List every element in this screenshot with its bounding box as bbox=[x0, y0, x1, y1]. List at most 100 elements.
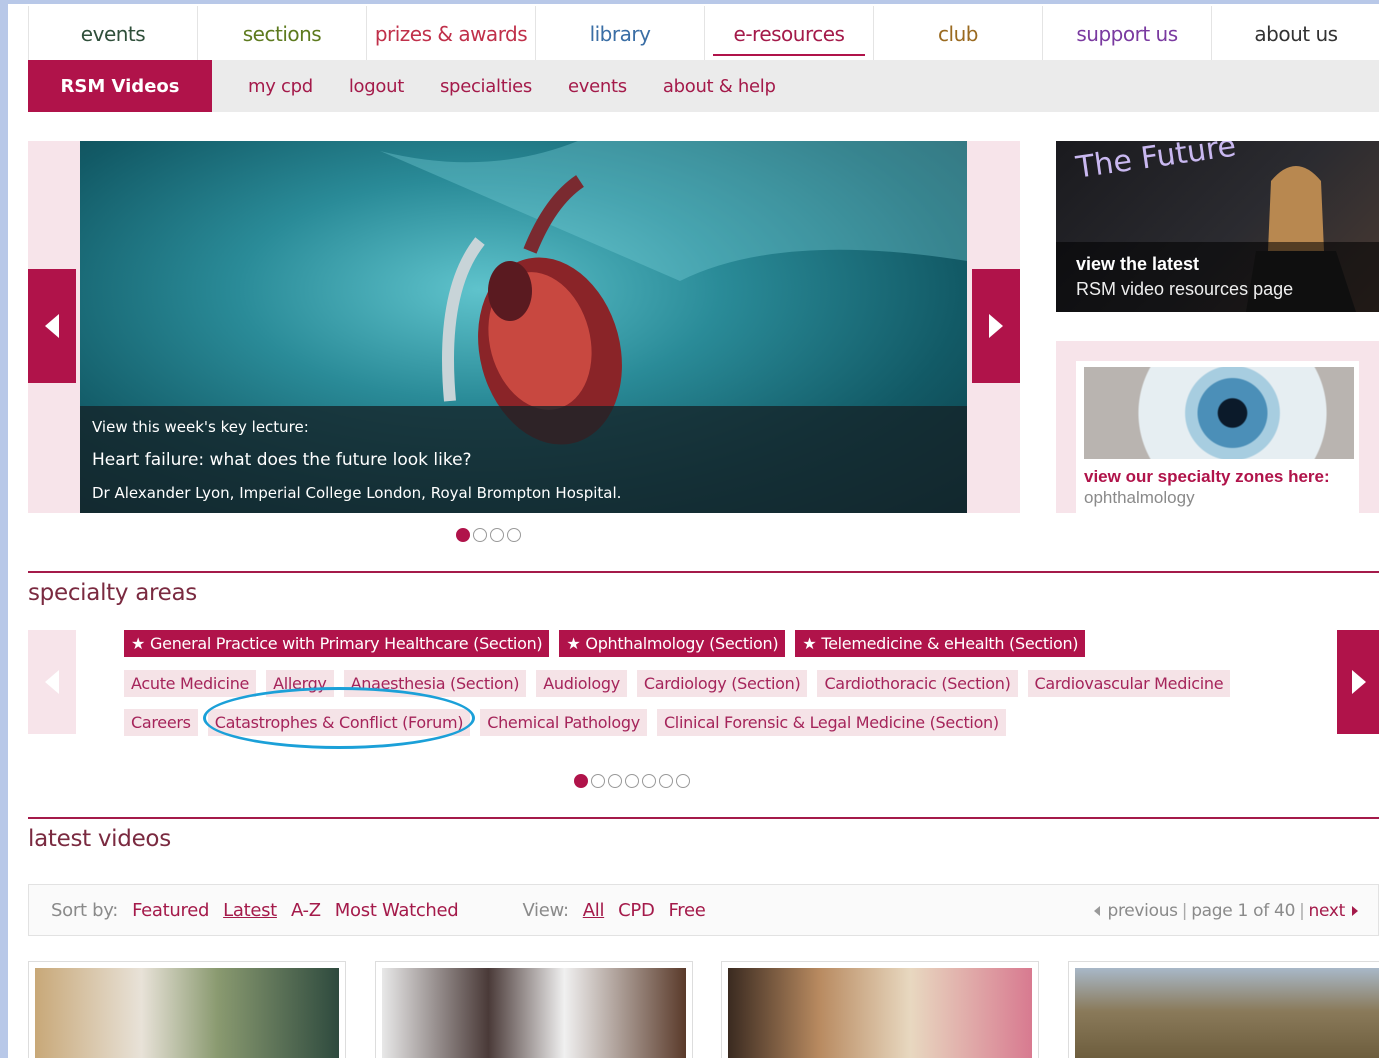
tab-events[interactable]: events bbox=[29, 6, 198, 62]
video-thumbnail[interactable] bbox=[721, 961, 1039, 1058]
video-thumbnail[interactable] bbox=[28, 961, 346, 1058]
subnav-about-help[interactable]: about & help bbox=[663, 76, 776, 97]
hero-carousel: View this week's key lecture: Heart fail… bbox=[28, 141, 1020, 513]
sort-a-z[interactable]: A-Z bbox=[291, 900, 321, 921]
hero-caption-intro: View this week's key lecture: bbox=[92, 418, 309, 436]
featured-tags-row: ★ General Practice with Primary Healthcar… bbox=[124, 630, 1086, 657]
view-cpd[interactable]: CPD bbox=[618, 900, 655, 921]
specialty-dot[interactable] bbox=[676, 774, 690, 788]
specialty-tag[interactable]: Cardiology (Section) bbox=[636, 670, 808, 697]
specialty-dot[interactable] bbox=[642, 774, 656, 788]
hero-caption-speaker: Dr Alexander Lyon, Imperial College Lond… bbox=[92, 484, 622, 502]
subnav-specialties[interactable]: specialties bbox=[440, 76, 532, 97]
tab-club[interactable]: club bbox=[874, 6, 1043, 62]
hero-pagination bbox=[456, 528, 521, 542]
video-thumbnail-image bbox=[382, 968, 686, 1058]
hero-image[interactable]: View this week's key lecture: Heart fail… bbox=[80, 141, 967, 513]
future-caption: view the latest RSM video resources page bbox=[1056, 242, 1379, 312]
arrow-left-icon bbox=[45, 314, 59, 338]
video-thumbnail-image bbox=[1075, 968, 1379, 1058]
specialty-zone-promo[interactable]: view our specialty zones here: ophthalmo… bbox=[1056, 341, 1379, 513]
specialty-zone-subtitle[interactable]: ophthalmology bbox=[1084, 488, 1195, 508]
specialty-divider bbox=[28, 571, 1379, 573]
view-all[interactable]: All bbox=[583, 900, 605, 921]
tab-library[interactable]: library bbox=[536, 6, 705, 62]
future-caption-text: RSM video resources page bbox=[1076, 279, 1294, 299]
sort-label: Sort by: bbox=[51, 899, 119, 921]
future-caption-bold: view the latest bbox=[1076, 254, 1200, 274]
arrow-right-icon bbox=[989, 314, 1003, 338]
star-icon: ★ bbox=[566, 634, 581, 653]
sort-most-watched[interactable]: Most Watched bbox=[335, 900, 459, 921]
next-arrow-icon bbox=[1352, 906, 1358, 916]
specialty-next-button[interactable] bbox=[1337, 630, 1379, 734]
hero-dot[interactable] bbox=[473, 528, 487, 542]
specialty-tag[interactable]: Cardiothoracic (Section) bbox=[817, 670, 1018, 697]
featured-tag[interactable]: ★ Telemedicine & eHealth (Section) bbox=[795, 630, 1086, 657]
tab-prizes-awards[interactable]: prizes & awards bbox=[367, 6, 536, 62]
specialty-prev-button[interactable] bbox=[28, 630, 76, 734]
hero-dot[interactable] bbox=[507, 528, 521, 542]
specialty-tag[interactable]: Clinical Forensic & Legal Medicine (Sect… bbox=[656, 709, 1006, 736]
latest-divider bbox=[28, 817, 1379, 819]
pager: previous | page 1 of 40 | next bbox=[1094, 885, 1358, 937]
featured-tag-label: General Practice with Primary Healthcare… bbox=[150, 634, 543, 653]
specialty-zone-card: view our specialty zones here: ophthalmo… bbox=[1076, 361, 1359, 513]
featured-tag[interactable]: ★ General Practice with Primary Healthcar… bbox=[124, 630, 550, 657]
pager-separator: | bbox=[1299, 901, 1305, 921]
sort-featured[interactable]: Featured bbox=[132, 900, 209, 921]
star-icon: ★ bbox=[802, 634, 817, 653]
subnav-events[interactable]: events bbox=[568, 76, 627, 97]
subnav-logout[interactable]: logout bbox=[349, 76, 404, 97]
tab-sections[interactable]: sections bbox=[198, 6, 367, 62]
specialty-dot[interactable] bbox=[625, 774, 639, 788]
specialty-dot[interactable] bbox=[574, 774, 588, 788]
video-thumbnail[interactable] bbox=[1068, 961, 1379, 1058]
eye-image bbox=[1084, 367, 1354, 459]
star-icon: ★ bbox=[131, 634, 146, 653]
hero-dot[interactable] bbox=[490, 528, 504, 542]
tab-e-resources[interactable]: e-resources bbox=[705, 6, 874, 62]
subnav-my-cpd[interactable]: my cpd bbox=[248, 76, 313, 97]
specialty-dot[interactable] bbox=[591, 774, 605, 788]
video-thumbnail-image bbox=[728, 968, 1032, 1058]
specialty-tag[interactable]: Audiology bbox=[536, 670, 627, 697]
hero-next-button[interactable] bbox=[972, 269, 1020, 383]
specialty-tag[interactable]: Chemical Pathology bbox=[480, 709, 647, 736]
top-nav: events sections prizes & awards library … bbox=[28, 6, 1379, 62]
specialty-pagination bbox=[574, 774, 690, 788]
video-thumbnail[interactable] bbox=[375, 961, 693, 1058]
specialty-tag[interactable]: Cardiovascular Medicine bbox=[1027, 670, 1231, 697]
view-free[interactable]: Free bbox=[669, 900, 706, 921]
arrow-left-icon bbox=[45, 670, 59, 694]
sort-latest[interactable]: Latest bbox=[223, 900, 277, 921]
hero-prev-button[interactable] bbox=[28, 269, 76, 383]
specialty-tag[interactable]: Acute Medicine bbox=[124, 670, 257, 697]
tab-support-us[interactable]: support us bbox=[1043, 6, 1212, 62]
previous-arrow-icon bbox=[1094, 906, 1101, 916]
future-promo[interactable]: The Future view the latest RSM video res… bbox=[1056, 141, 1379, 312]
specialty-dot[interactable] bbox=[608, 774, 622, 788]
featured-tag-label: Ophthalmology (Section) bbox=[585, 634, 779, 653]
rsm-videos-brand[interactable]: RSM Videos bbox=[28, 60, 212, 112]
latest-heading: latest videos bbox=[28, 826, 171, 852]
video-thumbnail-image bbox=[35, 968, 339, 1058]
pager-next[interactable]: next bbox=[1309, 901, 1346, 921]
tab-about-us[interactable]: about us bbox=[1212, 6, 1379, 62]
sub-nav: RSM Videos my cpd logout specialties eve… bbox=[28, 60, 1379, 112]
pager-previous[interactable]: previous bbox=[1107, 901, 1178, 921]
highlight-ellipse bbox=[203, 687, 475, 749]
specialty-tag[interactable]: Careers bbox=[124, 709, 198, 736]
specialty-heading: specialty areas bbox=[28, 580, 197, 606]
view-label: View: bbox=[522, 899, 569, 921]
arrow-right-icon bbox=[1352, 670, 1366, 694]
hero-caption: View this week's key lecture: Heart fail… bbox=[80, 406, 967, 513]
hero-caption-title[interactable]: Heart failure: what does the future look… bbox=[92, 450, 955, 470]
page: events sections prizes & awards library … bbox=[8, 4, 1379, 1058]
featured-tag-label: Telemedicine & eHealth (Section) bbox=[821, 634, 1079, 653]
sort-bar: Sort by: Featured Latest A-Z Most Watche… bbox=[28, 884, 1379, 936]
specialty-dot[interactable] bbox=[659, 774, 673, 788]
featured-tag[interactable]: ★ Ophthalmology (Section) bbox=[559, 630, 786, 657]
hero-dot[interactable] bbox=[456, 528, 470, 542]
specialty-zone-title: view our specialty zones here: bbox=[1084, 467, 1330, 486]
